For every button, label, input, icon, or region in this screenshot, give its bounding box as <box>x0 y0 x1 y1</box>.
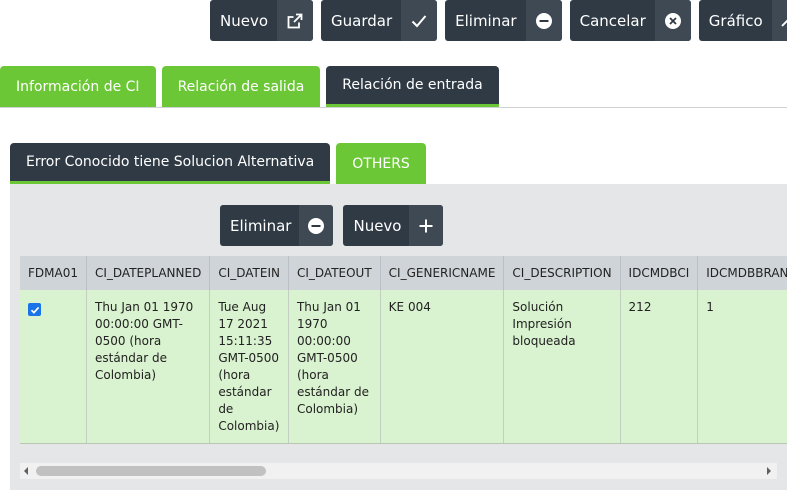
main-tabs: Información de CI Relación de salida Rel… <box>0 66 499 108</box>
col-header-ci-genericname[interactable]: CI_GENERICNAME <box>380 256 505 290</box>
subtab-label: Error Conocido tiene Solucion Alternativ… <box>26 154 315 170</box>
panel-nuevo-button[interactable]: Nuevo <box>343 205 444 246</box>
guardar-label: Guardar <box>331 11 393 30</box>
relations-table-container: FDMA01 CI_DATEPLANNED CI_DATEIN CI_DATEO… <box>20 256 787 444</box>
minus-circle-icon <box>525 0 562 41</box>
table-horizontal-scrollbar[interactable] <box>20 463 777 479</box>
subtab-label: OTHERS <box>352 156 410 172</box>
table-row[interactable]: Thu Jan 01 1970 00:00:00 GMT-0500 (hora … <box>20 290 787 444</box>
grafico-label: Gráfico <box>708 11 763 30</box>
tab-informacion-ci[interactable]: Información de CI <box>0 66 156 108</box>
tab-relacion-salida[interactable]: Relación de salida <box>161 66 321 108</box>
cancelar-button[interactable]: Cancelar <box>569 0 691 41</box>
scrollbar-thumb[interactable] <box>36 466 266 476</box>
col-header-ci-description[interactable]: CI_DESCRIPTION <box>503 256 621 290</box>
check-icon <box>401 0 438 41</box>
tab-label: Relación de salida <box>177 79 305 95</box>
subtab-error-conocido[interactable]: Error Conocido tiene Solucion Alternativ… <box>10 143 331 185</box>
tab-label: Relación de entrada <box>342 77 483 93</box>
panel-eliminar-button[interactable]: Eliminar <box>220 205 334 246</box>
tabs-divider <box>0 107 787 108</box>
minus-circle-icon <box>299 205 334 246</box>
panel-nuevo-label: Nuevo <box>353 216 402 235</box>
tab-relacion-entrada[interactable]: Relación de entrada <box>326 66 499 108</box>
page: Nuevo Guardar Eliminar Cancelar Gráfico <box>0 0 787 503</box>
col-header-fdma01[interactable]: FDMA01 <box>20 256 87 290</box>
nuevo-button[interactable]: Nuevo <box>210 0 314 41</box>
panel-eliminar-label: Eliminar <box>230 216 292 235</box>
cell-idcmdbbrand: 1 <box>697 290 787 444</box>
tab-label: Información de CI <box>16 79 140 95</box>
cancelar-label: Cancelar <box>579 11 646 30</box>
plus-icon <box>409 205 444 246</box>
panel-actions: Eliminar Nuevo <box>220 205 444 246</box>
guardar-button[interactable]: Guardar <box>321 0 438 41</box>
eliminar-label: Eliminar <box>455 11 517 30</box>
cell-ci-description: Solución Impresión bloqueada <box>503 290 621 444</box>
sub-tabs: Error Conocido tiene Solucion Alternativ… <box>10 143 426 185</box>
scroll-left-arrow-icon[interactable] <box>24 467 28 475</box>
col-header-ci-dateplanned[interactable]: CI_DATEPLANNED <box>86 256 211 290</box>
cell-fdma01 <box>20 290 87 444</box>
external-link-icon <box>277 0 314 41</box>
cell-ci-dateout: Thu Jan 01 1970 00:00:00 GMT-0500 (hora … <box>288 290 381 444</box>
col-header-idcmdbci[interactable]: IDCMDBCI <box>620 256 699 290</box>
col-header-ci-datein[interactable]: CI_DATEIN <box>209 256 289 290</box>
x-circle-icon <box>654 0 691 41</box>
cell-ci-dateplanned: Thu Jan 01 1970 00:00:00 GMT-0500 (hora … <box>86 290 211 444</box>
col-header-idcmdbbrand[interactable]: IDCMDBBRAND <box>697 256 787 290</box>
scroll-right-arrow-icon[interactable] <box>767 467 771 475</box>
trending-up-icon <box>771 0 787 41</box>
toolbar: Nuevo Guardar Eliminar Cancelar Gráfico <box>210 0 787 41</box>
cell-ci-datein: Tue Aug 17 2021 15:11:35 GMT-0500 (hora … <box>209 290 289 444</box>
nuevo-label: Nuevo <box>220 11 269 30</box>
cell-idcmdbci: 212 <box>620 290 699 444</box>
cell-ci-genericname: KE 004 <box>380 290 505 444</box>
grafico-button[interactable]: Gráfico <box>698 0 787 41</box>
row-select-checkbox[interactable] <box>28 303 41 316</box>
eliminar-button[interactable]: Eliminar <box>445 0 562 41</box>
relations-table: FDMA01 CI_DATEPLANNED CI_DATEIN CI_DATEO… <box>20 256 787 444</box>
table-header-row: FDMA01 CI_DATEPLANNED CI_DATEIN CI_DATEO… <box>20 256 787 290</box>
subtab-others[interactable]: OTHERS <box>336 143 426 185</box>
col-header-ci-dateout[interactable]: CI_DATEOUT <box>288 256 381 290</box>
